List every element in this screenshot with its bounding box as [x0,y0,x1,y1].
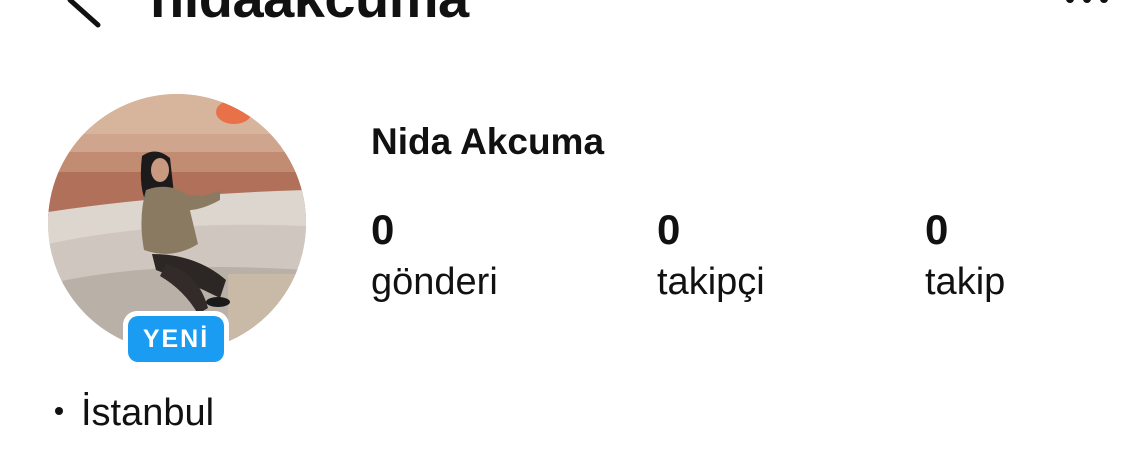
following-stat[interactable]: 0 takip [925,206,1005,304]
chevron-left-icon [67,0,101,28]
profile-username: nidaakcuma [150,0,469,26]
bullet-icon [55,406,63,415]
posts-stat[interactable]: 0 gönderi [371,206,498,304]
display-name: Nida Akcuma [371,121,605,162]
new-badge: YENİ [123,311,229,367]
posts-label: gönderi [371,261,498,303]
new-badge-label: YENİ [128,316,224,362]
location: İstanbul [50,390,214,436]
following-count: 0 [925,206,949,253]
more-horizontal-icon [1066,0,1108,3]
following-label: takip [925,261,1006,303]
more-options-button[interactable] [1062,0,1112,6]
profile-page: nidaakcuma [0,0,1124,452]
profile-header: nidaakcuma [0,0,1124,40]
posts-count: 0 [371,206,395,253]
back-button[interactable] [58,0,108,30]
location-text: İstanbul [81,392,215,434]
followers-label: takipçi [657,261,765,303]
followers-count: 0 [657,206,681,253]
followers-stat[interactable]: 0 takipçi [657,206,765,304]
